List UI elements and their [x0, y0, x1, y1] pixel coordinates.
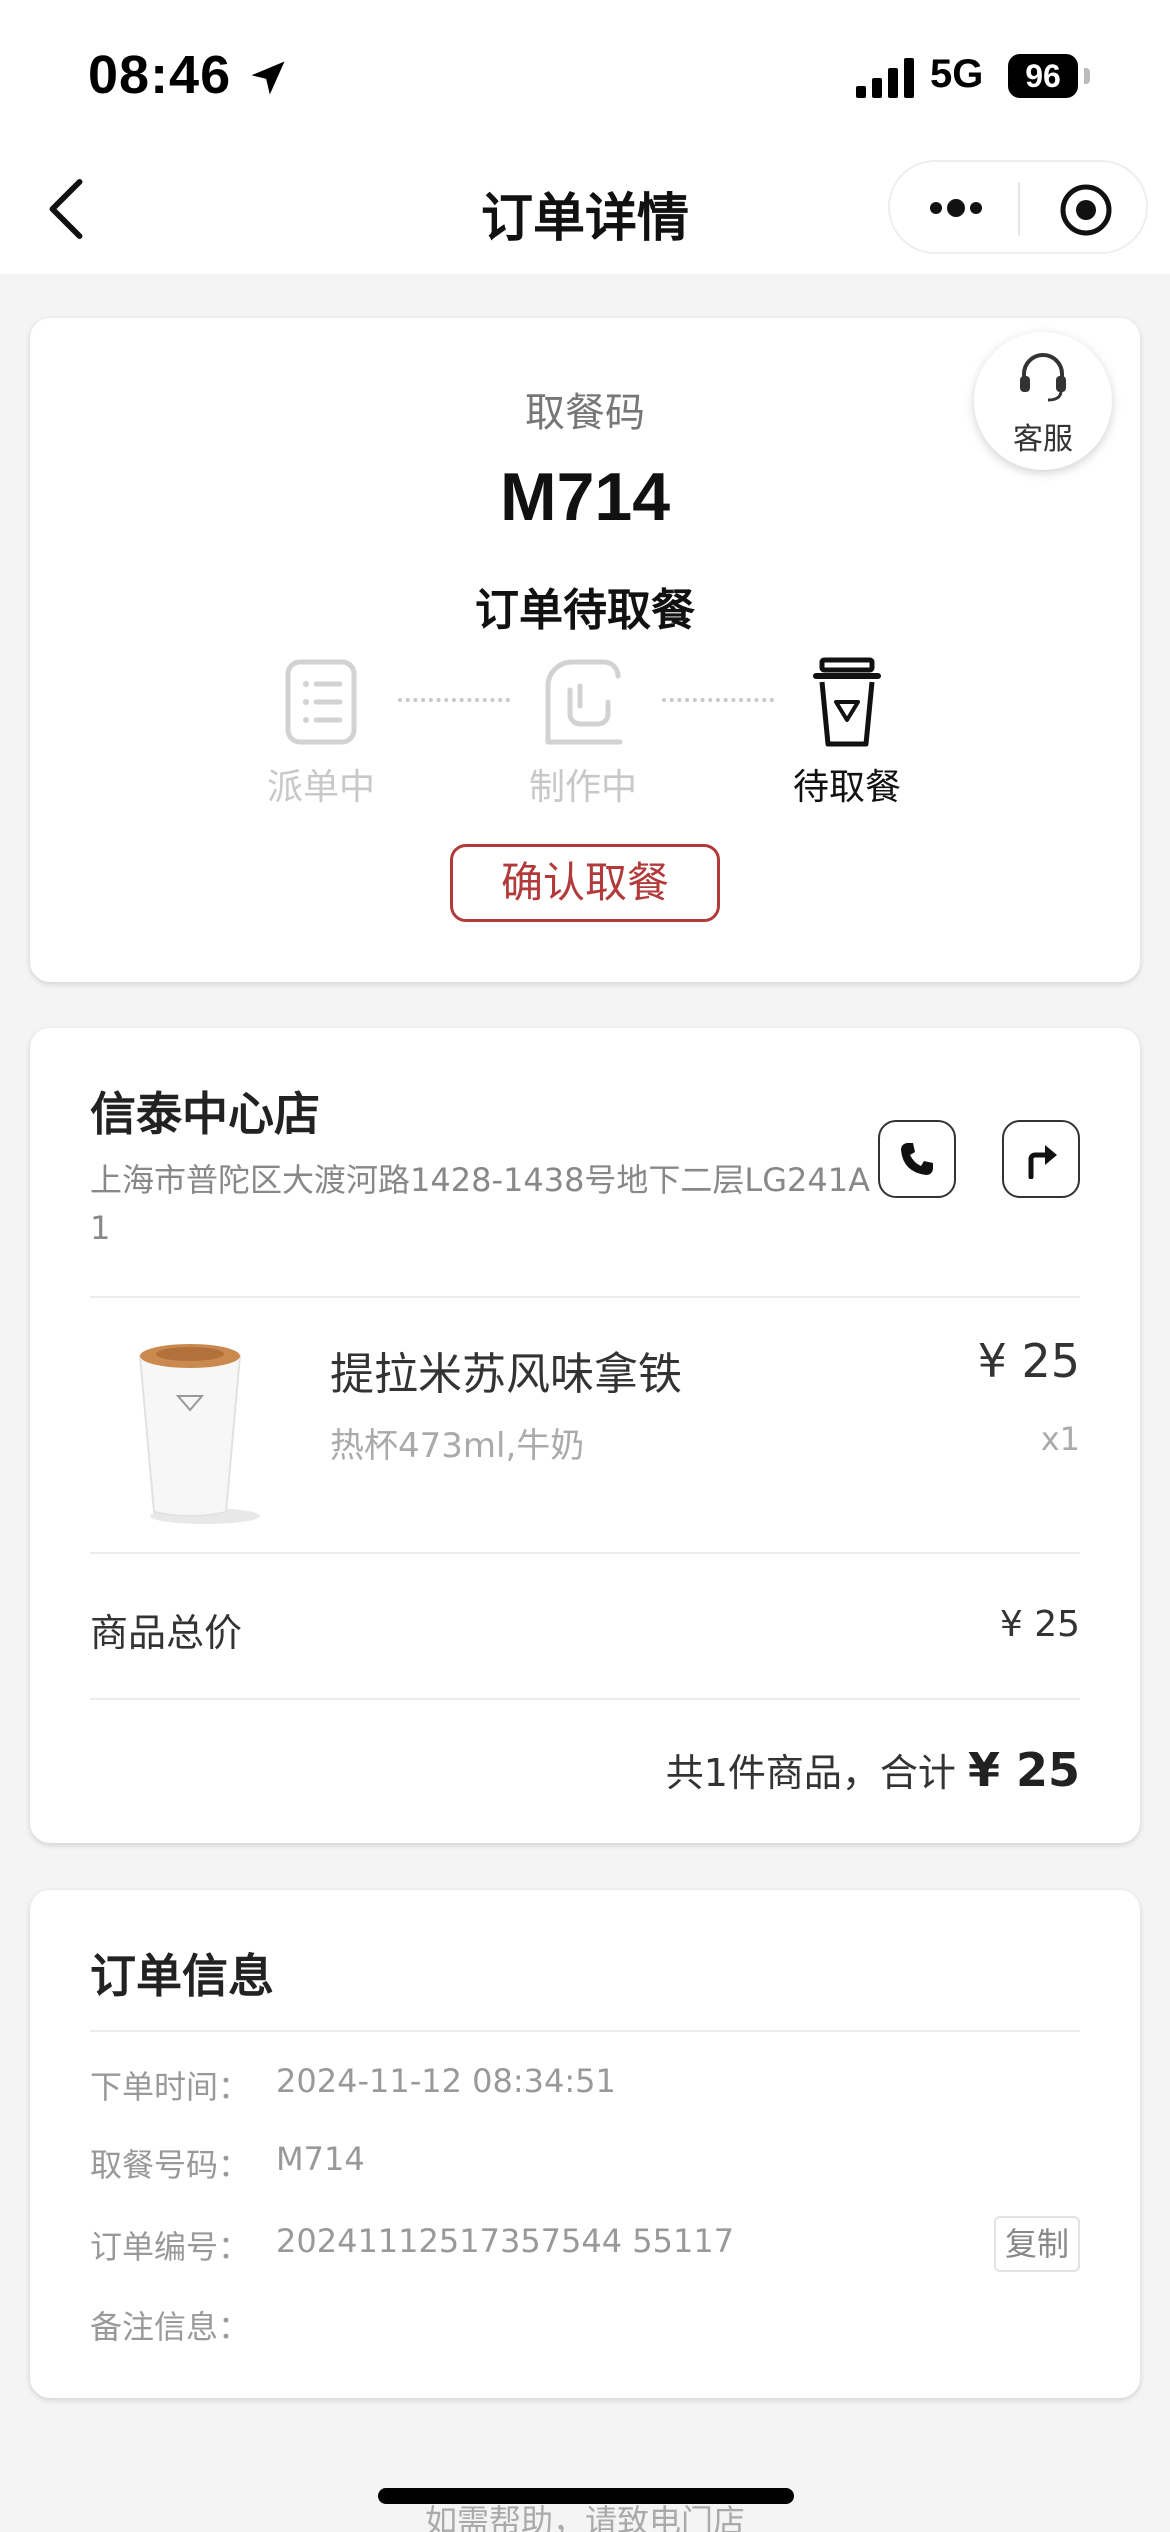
confirm-pickup-button[interactable]: 确认取餐	[450, 844, 720, 922]
call-store-link[interactable]: 电门店	[649, 2502, 745, 2532]
capsule-divider	[1018, 182, 1020, 236]
divider	[90, 1296, 1080, 1298]
order-number-label: 订单编号：	[90, 2228, 251, 2266]
close-target-icon[interactable]	[1058, 182, 1114, 238]
order-number-value: 20241112517357544 55117	[276, 2222, 735, 2260]
subtotal-value: ¥ 25	[999, 1604, 1080, 1645]
pickup-number-row: 取餐号码： M714	[90, 2134, 1080, 2194]
location-arrow-icon	[251, 61, 285, 95]
total-prefix: 共1件商品，合计	[665, 1751, 968, 1795]
order-info-card: 订单信息 下单时间： 2024-11-12 08:34:51 取餐号码： M71…	[30, 1890, 1140, 2398]
coffee-machine-icon	[545, 659, 623, 745]
step-dispatching: 派单中	[246, 656, 396, 810]
step-making: 制作中	[508, 656, 658, 810]
order-total: 共1件商品，合计 ¥ 25	[666, 1742, 1080, 1797]
pickup-code: M714	[499, 459, 671, 535]
home-indicator[interactable]	[378, 2488, 794, 2504]
latte-cup-image	[138, 1344, 260, 1524]
subtotal-label: 商品总价	[90, 1611, 243, 1655]
order-time-row: 下单时间： 2024-11-12 08:34:51	[90, 2056, 1080, 2116]
total-amount: ¥ 25	[967, 1743, 1080, 1797]
step-connector	[398, 698, 510, 702]
status-bar: 08:46 5G 96	[0, 0, 1170, 150]
pickup-code-label: 取餐码	[525, 390, 645, 436]
store-card: 信泰中心店 上海市普陀区大渡河路1428-1438号地下二层LG241A1 提拉…	[30, 1028, 1140, 1843]
pickup-card: 客服 取餐码 M714 订单待取餐 派单中 制作中 待取餐 确认取餐	[30, 318, 1140, 982]
order-status: 订单待取餐	[475, 585, 695, 636]
order-list-icon	[285, 659, 357, 745]
network-label: 5G	[930, 52, 984, 96]
nav-bar: 订单详情	[0, 150, 1170, 274]
navigate-button[interactable]	[1002, 1120, 1080, 1198]
copy-button[interactable]: 复制	[994, 2216, 1080, 2272]
product-price: ¥ 25	[977, 1334, 1080, 1388]
step-connector	[662, 698, 774, 702]
product-quantity: x1	[1040, 1420, 1080, 1458]
product-name: 提拉米苏风味拿铁	[330, 1349, 682, 1400]
remarks-row: 备注信息：	[90, 2296, 1080, 2356]
remarks-label: 备注信息：	[90, 2308, 251, 2346]
call-store-button[interactable]	[878, 1120, 956, 1198]
signal-icon	[856, 58, 914, 98]
step-making-label: 制作中	[528, 767, 637, 808]
step-dispatching-label: 派单中	[266, 767, 375, 808]
step-ready-for-pickup: 待取餐	[772, 656, 922, 810]
order-number-row: 订单编号： 20241112517357544 55117 复制	[90, 2216, 1080, 2276]
battery-indicator: 96	[1008, 54, 1078, 98]
status-time: 08:46	[88, 45, 232, 105]
phone-icon	[901, 1143, 933, 1175]
more-icon[interactable]	[926, 190, 986, 226]
divider	[90, 1698, 1080, 1700]
mini-program-capsule	[888, 160, 1148, 254]
order-info-title: 订单信息	[90, 1949, 274, 2003]
order-time-label: 下单时间：	[90, 2068, 251, 2106]
pickup-number-label: 取餐号码：	[90, 2146, 251, 2184]
cup-icon	[813, 657, 881, 747]
directions-icon	[1028, 1145, 1057, 1179]
battery-cap	[1084, 68, 1090, 84]
step-ready-label: 待取餐	[792, 767, 901, 808]
order-time-value: 2024-11-12 08:34:51	[276, 2062, 616, 2100]
product-spec: 热杯473ml,牛奶	[330, 1426, 585, 1466]
divider	[90, 1552, 1080, 1554]
store-address: 上海市普陀区大渡河路1428-1438号地下二层LG241A1	[90, 1161, 871, 1247]
pickup-number-value: M714	[276, 2140, 365, 2178]
store-name: 信泰中心店	[90, 1087, 320, 1141]
help-prefix: 如需帮助，请致	[424, 2502, 649, 2532]
divider	[90, 2030, 1080, 2032]
